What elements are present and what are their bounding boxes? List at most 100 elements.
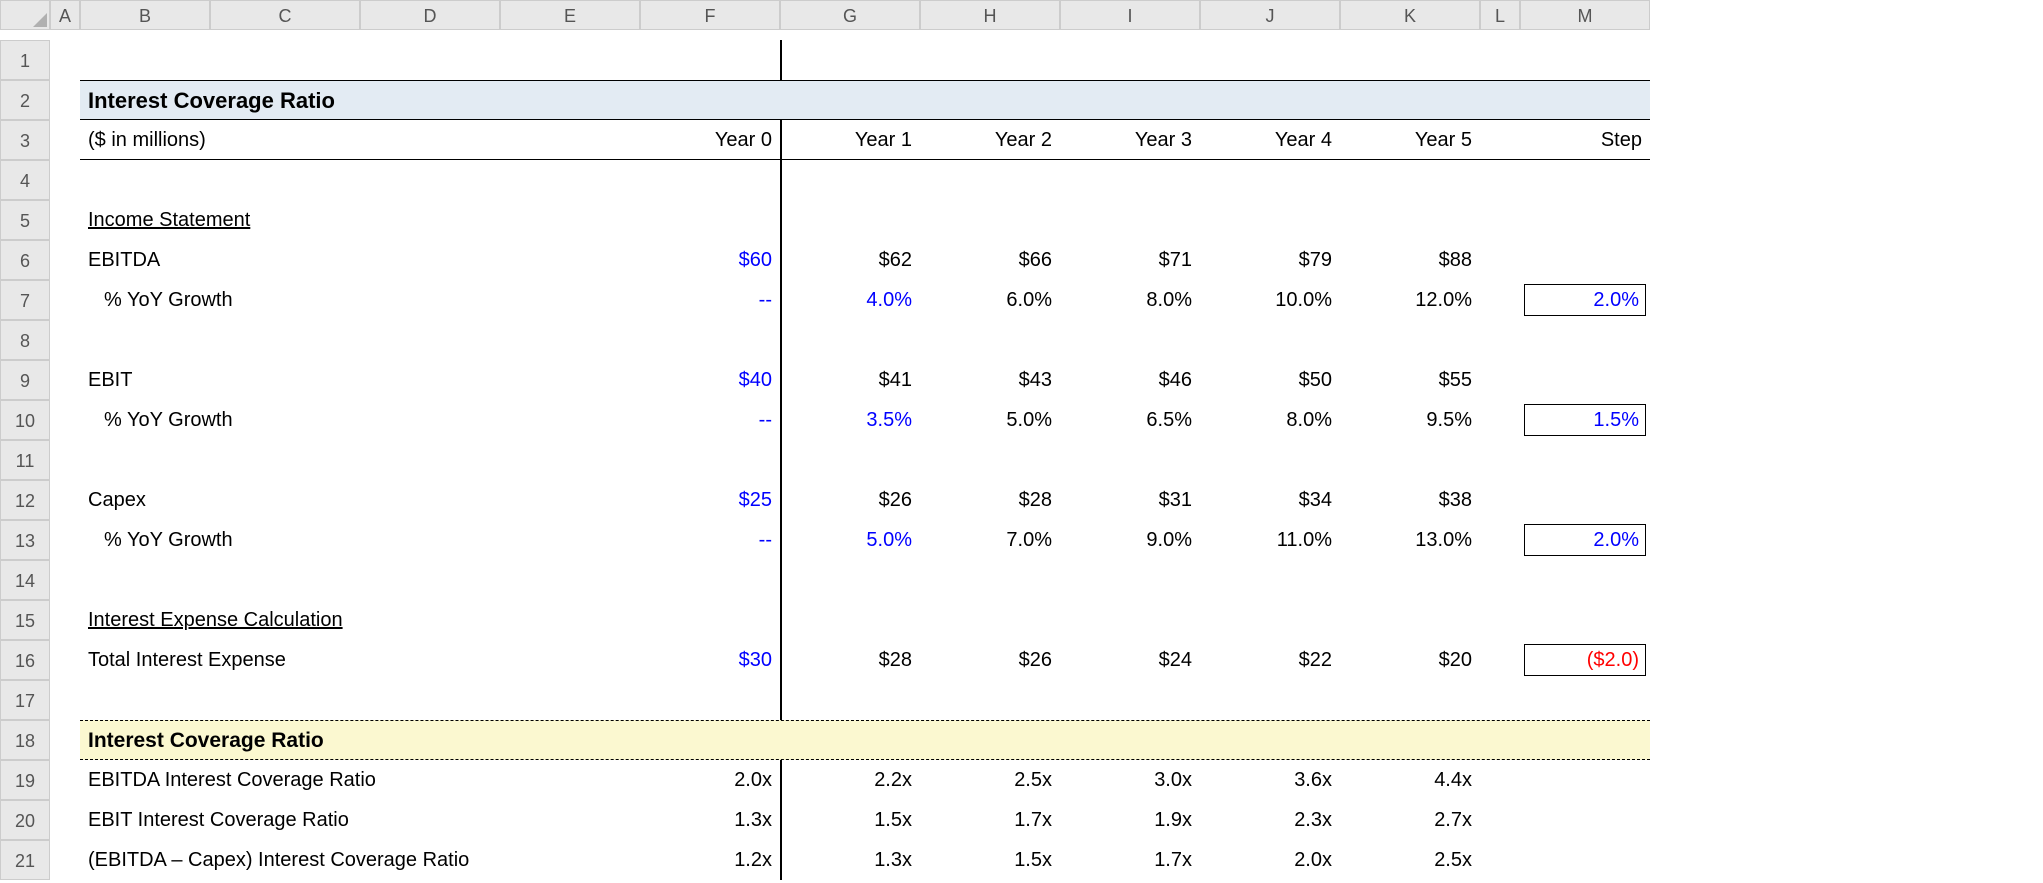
- y2-ratioEbCapex: 1.5x: [920, 840, 1060, 880]
- empty-cell: [1200, 40, 1340, 80]
- column-header-H[interactable]: H: [920, 0, 1060, 30]
- row-header-13[interactable]: 13: [0, 520, 50, 560]
- empty-cell: [920, 560, 1060, 600]
- select-all-corner[interactable]: [0, 0, 50, 30]
- row-header-16[interactable]: 16: [0, 640, 50, 680]
- row-header-7[interactable]: 7: [0, 280, 50, 320]
- empty-cell: [1200, 200, 1340, 240]
- row-header-15[interactable]: 15: [0, 600, 50, 640]
- y2-ebitYoY: 5.0%: [920, 400, 1060, 440]
- spreadsheet-grid[interactable]: ABCDEFGHIJKLM123456789101112131415161718…: [0, 0, 2043, 880]
- y4-ratioEbCapex: 2.0x: [1200, 840, 1340, 880]
- empty-cell: [50, 720, 80, 760]
- empty-cell: [1200, 560, 1340, 600]
- y5-ratioEbit: 2.7x: [1340, 800, 1480, 840]
- empty-cell: [360, 40, 500, 80]
- row-header-19[interactable]: 19: [0, 760, 50, 800]
- column-header-K[interactable]: K: [1340, 0, 1480, 30]
- column-header-L[interactable]: L: [1480, 0, 1520, 30]
- column-header-M[interactable]: M: [1520, 0, 1650, 30]
- row-header-11[interactable]: 11: [0, 440, 50, 480]
- empty-cell: [1480, 760, 1520, 800]
- title-bar: Interest Coverage Ratio: [80, 80, 1650, 120]
- column-header-C[interactable]: C: [210, 0, 360, 30]
- empty-cell: [640, 200, 780, 240]
- column-header-D[interactable]: D: [360, 0, 500, 30]
- row-header-9[interactable]: 9: [0, 360, 50, 400]
- row-header-20[interactable]: 20: [0, 800, 50, 840]
- empty-cell: [1480, 440, 1520, 480]
- y5-ebitdaYoY: 12.0%: [1340, 280, 1480, 320]
- row-header-21[interactable]: 21: [0, 840, 50, 880]
- y3-capex: $31: [1060, 480, 1200, 520]
- column-header-J[interactable]: J: [1200, 0, 1340, 30]
- empty-cell: [920, 320, 1060, 360]
- y1-ebitYoY: 3.5%: [780, 400, 920, 440]
- y5-ratioEbitda: 4.4x: [1340, 760, 1480, 800]
- y1-capexYoY: 5.0%: [780, 520, 920, 560]
- column-header-A[interactable]: A: [50, 0, 80, 30]
- y0-capex: $25: [640, 480, 780, 520]
- empty-cell: [1200, 600, 1340, 640]
- label-intExp: Total Interest Expense: [80, 640, 640, 680]
- column-header-G[interactable]: G: [780, 0, 920, 30]
- empty-cell: [500, 560, 640, 600]
- row-header-3[interactable]: 3: [0, 120, 50, 160]
- y0-ebit: $40: [640, 360, 780, 400]
- y4-ebitdaYoY: 10.0%: [1200, 280, 1340, 320]
- empty-cell: [80, 680, 210, 720]
- row-header-18[interactable]: 18: [0, 720, 50, 760]
- y0-ratioEbitda: 2.0x: [640, 760, 780, 800]
- row-header-1[interactable]: 1: [0, 40, 50, 80]
- row-header-17[interactable]: 17: [0, 680, 50, 720]
- y4-ebit: $50: [1200, 360, 1340, 400]
- empty-cell: [500, 680, 640, 720]
- row-header-6[interactable]: 6: [0, 240, 50, 280]
- year2-header: Year 2: [920, 120, 1060, 160]
- empty-cell: [640, 680, 780, 720]
- y4-ebitYoY: 8.0%: [1200, 400, 1340, 440]
- empty-cell: [50, 200, 80, 240]
- y0-ebitda: $60: [640, 240, 780, 280]
- y3-ratioEbit: 1.9x: [1060, 800, 1200, 840]
- row-header-4[interactable]: 4: [0, 160, 50, 200]
- row-header-2[interactable]: 2: [0, 80, 50, 120]
- empty-cell: [1060, 160, 1200, 200]
- row-header-14[interactable]: 14: [0, 560, 50, 600]
- step-ebitdaYoY: 2.0%: [1524, 284, 1646, 316]
- y5-ebit: $55: [1340, 360, 1480, 400]
- row-header-10[interactable]: 10: [0, 400, 50, 440]
- column-header-B[interactable]: B: [80, 0, 210, 30]
- label-ebitda: EBITDA: [80, 240, 640, 280]
- empty-cell: [1340, 320, 1480, 360]
- empty-cell: [80, 40, 210, 80]
- column-header-E[interactable]: E: [500, 0, 640, 30]
- y3-ratioEbCapex: 1.7x: [1060, 840, 1200, 880]
- y1-intExp: $28: [780, 640, 920, 680]
- empty-cell: [920, 200, 1060, 240]
- column-header-F[interactable]: F: [640, 0, 780, 30]
- empty-cell: [1060, 40, 1200, 80]
- empty-cell: [360, 680, 500, 720]
- empty-cell: [920, 680, 1060, 720]
- y3-ebitda: $71: [1060, 240, 1200, 280]
- empty-cell: [1480, 160, 1520, 200]
- empty-cell: [1520, 320, 1650, 360]
- empty-cell: [50, 760, 80, 800]
- label-ebitYoY: % YoY Growth: [80, 400, 640, 440]
- empty-cell: [780, 600, 920, 640]
- column-header-I[interactable]: I: [1060, 0, 1200, 30]
- empty-cell: [640, 320, 780, 360]
- row-header-12[interactable]: 12: [0, 480, 50, 520]
- empty-cell: [780, 160, 920, 200]
- empty-cell: [50, 360, 80, 400]
- y1-capex: $26: [780, 480, 920, 520]
- empty-cell: [1200, 440, 1340, 480]
- empty-cell: [500, 40, 640, 80]
- row-header-8[interactable]: 8: [0, 320, 50, 360]
- empty-cell: [50, 480, 80, 520]
- empty-cell: [1520, 160, 1650, 200]
- row-header-5[interactable]: 5: [0, 200, 50, 240]
- empty-cell: [50, 520, 80, 560]
- section-ratio: Interest Coverage Ratio: [80, 720, 1650, 760]
